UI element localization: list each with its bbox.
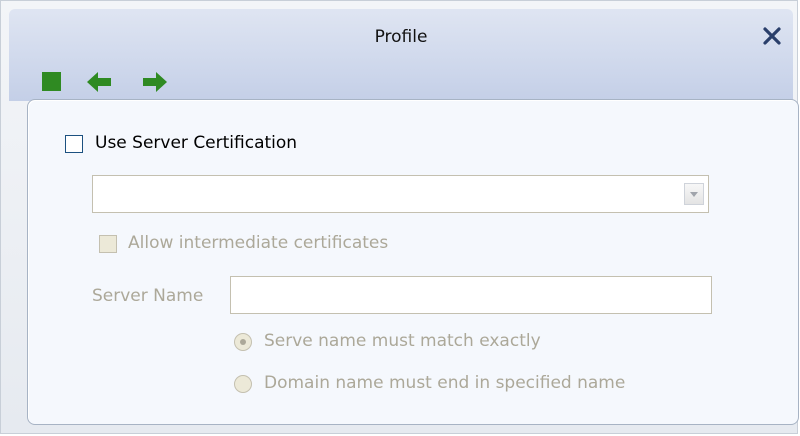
- use-server-cert-checkbox[interactable]: [65, 135, 83, 153]
- match-exactly-label: Serve name must match exactly: [264, 331, 541, 351]
- allow-intermediate-checkbox[interactable]: [99, 235, 117, 253]
- certificate-select[interactable]: [92, 175, 709, 213]
- back-button[interactable]: [85, 69, 111, 95]
- profile-window: Profile Use Server Certification Allow i…: [0, 0, 799, 434]
- server-name-input[interactable]: [230, 276, 712, 314]
- forward-button[interactable]: [141, 69, 167, 95]
- domain-suffix-label: Domain name must end in specified name: [264, 373, 626, 393]
- arrow-right-icon: [143, 72, 167, 92]
- use-server-cert-label: Use Server Certification: [95, 133, 298, 153]
- close-icon[interactable]: [761, 25, 783, 47]
- server-name-label: Server Name: [92, 286, 204, 306]
- match-exactly-radio[interactable]: [234, 333, 252, 351]
- window-title: Profile: [374, 27, 428, 47]
- domain-suffix-radio[interactable]: [234, 375, 252, 393]
- stop-button[interactable]: [39, 69, 65, 95]
- square-stop-icon: [42, 72, 61, 91]
- title-bar: Profile: [9, 9, 793, 101]
- radio-selected-dot: [240, 339, 246, 345]
- arrow-left-icon: [87, 72, 111, 92]
- allow-intermediate-label: Allow intermediate certificates: [128, 233, 389, 253]
- chevron-down-icon: [690, 192, 698, 197]
- dropdown-button[interactable]: [684, 183, 704, 205]
